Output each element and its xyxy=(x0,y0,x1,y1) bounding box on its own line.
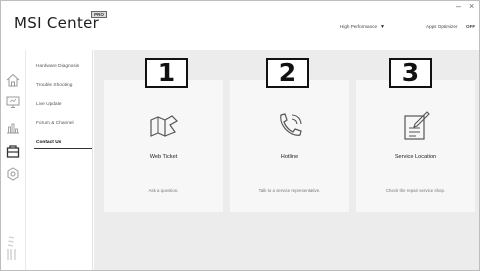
card-title: Hotline xyxy=(280,154,299,160)
apps-optimizer-toggle[interactable]: OFF xyxy=(466,24,475,29)
card-title: Web Ticket xyxy=(149,154,178,160)
nav-item-contact-us[interactable]: Contact Us xyxy=(36,140,61,145)
hotline-card[interactable]: Hotline Talk to a service representative… xyxy=(230,80,349,212)
nav-item-hardware-diagnosis[interactable]: Hardware Diagnosis xyxy=(36,64,79,69)
card-subtitle: Ask a question. xyxy=(148,188,179,193)
phone-icon xyxy=(280,113,302,136)
chart-icon[interactable] xyxy=(5,119,21,135)
monitor-icon[interactable] xyxy=(5,94,21,110)
card-title: Service Location xyxy=(394,154,437,160)
chevron-down-icon[interactable]: ▼ xyxy=(380,24,385,30)
annotation-number-1: 1 xyxy=(145,58,188,88)
minimize-button[interactable]: – xyxy=(456,2,461,11)
card-subtitle: Talk to a service representative. xyxy=(258,188,321,193)
active-nav-indicator xyxy=(34,148,92,149)
service-location-card[interactable]: Service Location Check the repair servic… xyxy=(356,80,475,212)
settings-icon[interactable] xyxy=(5,166,21,182)
performance-mode-select[interactable]: High Performance xyxy=(340,24,377,29)
annotation-number-3: 3 xyxy=(389,58,432,88)
app-title: MSI Center xyxy=(14,14,100,32)
nav-item-forum-channel[interactable]: Forum & Channel xyxy=(36,121,74,126)
msi-logo-icon xyxy=(7,236,16,260)
icon-sidebar xyxy=(0,50,26,271)
annotation-number-2: 2 xyxy=(266,58,309,88)
apps-optimizer-label: Apps Optimizer xyxy=(426,24,458,29)
pro-badge: PRO xyxy=(91,11,107,18)
card-subtitle: Check the repair service shop. xyxy=(385,188,446,193)
home-icon[interactable] xyxy=(5,72,21,88)
document-edit-icon xyxy=(404,111,430,140)
nav-item-live-update[interactable]: Live Update xyxy=(36,102,62,107)
close-button[interactable]: × xyxy=(469,2,474,11)
support-nav: Hardware Diagnosis Trouble Shooting Live… xyxy=(26,50,93,271)
nav-item-trouble-shooting[interactable]: Trouble Shooting xyxy=(36,83,72,88)
app-logo: MSI Center xyxy=(14,14,99,32)
web-ticket-card[interactable]: Web Ticket Ask a question. xyxy=(104,80,223,212)
title-bar: MSI Center PRO – × High Performance ▼ Ap… xyxy=(0,0,480,50)
support-icon[interactable] xyxy=(5,143,21,159)
map-ticket-icon xyxy=(150,115,178,137)
